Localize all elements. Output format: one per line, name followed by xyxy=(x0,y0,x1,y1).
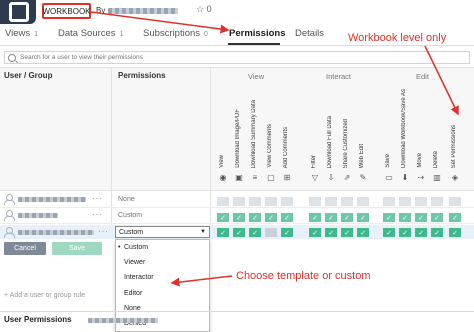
arrow-to-dropdown xyxy=(170,275,233,287)
annotation-workbook-level: Workbook level only xyxy=(348,32,447,44)
arrow-to-permissions-tab xyxy=(90,11,230,34)
annotation-choose-template: Choose template or custom xyxy=(236,270,371,282)
arrow-to-set-permissions xyxy=(424,45,459,116)
annotation-arrows xyxy=(90,11,459,287)
